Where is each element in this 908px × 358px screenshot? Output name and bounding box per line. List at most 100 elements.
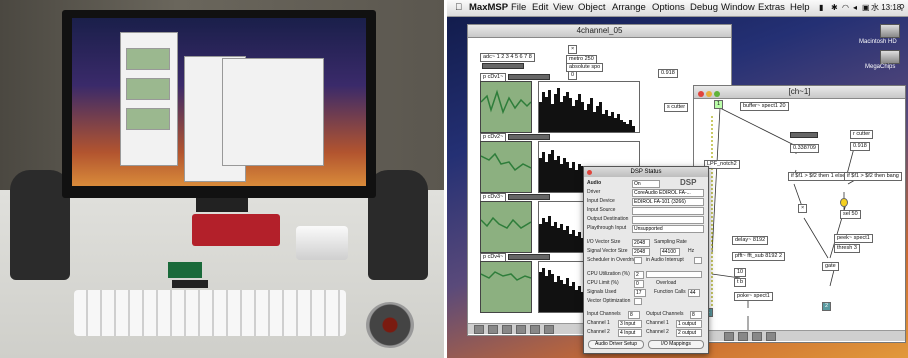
menu-help[interactable]: Help bbox=[790, 0, 810, 16]
presentation-icon[interactable] bbox=[488, 325, 498, 334]
thresh-object[interactable]: thresh 3 bbox=[834, 244, 860, 253]
input-device-select[interactable]: EDIROL FA-101 (3266) bbox=[632, 198, 704, 206]
delay-object[interactable]: delay~ 8192 bbox=[732, 236, 769, 245]
wifi-icon[interactable]: ◠ bbox=[842, 0, 849, 16]
clue-icon[interactable] bbox=[544, 325, 554, 334]
window-titlebar[interactable]: 4channel_05 bbox=[468, 25, 731, 38]
sel-object[interactable]: sel 50 bbox=[840, 210, 861, 219]
new-object-icon[interactable] bbox=[752, 332, 762, 341]
grid-icon[interactable] bbox=[502, 325, 512, 334]
output-channels-select[interactable]: 8 bbox=[690, 311, 702, 319]
trigger-object[interactable]: t b bbox=[734, 278, 747, 287]
photo-ch-window bbox=[222, 58, 324, 166]
out-channel-2-label: Channel 2 bbox=[646, 329, 669, 335]
inlet-1[interactable]: 1 bbox=[714, 100, 724, 109]
zero-number-box[interactable]: 0 bbox=[568, 71, 578, 80]
spectrum-bar bbox=[632, 126, 635, 132]
number-box[interactable]: 0.918 bbox=[658, 69, 678, 78]
grid-icon[interactable] bbox=[738, 332, 748, 341]
apple-menu-icon[interactable]:  bbox=[455, 0, 462, 16]
patcher-window-ch1[interactable]: [ch~1] 1 buffer~ spect1 20 0.338709 r cu… bbox=[693, 85, 906, 343]
input-icon[interactable]: ▣ bbox=[862, 0, 870, 16]
io-vector-select[interactable]: 2048 bbox=[632, 239, 650, 247]
input-device-label: Input Device bbox=[587, 198, 615, 204]
trace-1 bbox=[481, 89, 531, 115]
output-destination-label: Output Destination bbox=[587, 216, 629, 222]
disk-icon[interactable] bbox=[880, 50, 900, 64]
bluetooth-icon[interactable]: ✱ bbox=[831, 0, 838, 16]
gate-object[interactable]: gate bbox=[822, 262, 839, 271]
number-ten[interactable]: 10 bbox=[734, 268, 747, 277]
menu-edit[interactable]: Edit bbox=[532, 0, 548, 16]
signal-vector-select[interactable]: 2048 bbox=[632, 248, 650, 256]
menu-clock[interactable]: 水 13:18 bbox=[871, 0, 901, 16]
inspector-icon[interactable] bbox=[530, 325, 540, 334]
menu-view[interactable]: View bbox=[553, 0, 573, 16]
pfft-object[interactable]: pfft~ fft_sub 8192 2 bbox=[732, 252, 786, 261]
menu-file[interactable]: File bbox=[511, 0, 526, 16]
ch1-level-meter bbox=[790, 132, 818, 138]
audio-select[interactable]: On bbox=[632, 180, 660, 188]
cpu-utilization-value: 2 bbox=[634, 271, 644, 279]
menu-bar:  MaxMSP File Edit View Object Arrange O… bbox=[447, 0, 908, 17]
interrupt-checkbox[interactable] bbox=[694, 257, 702, 264]
in-channel-2-label: Channel 2 bbox=[587, 329, 610, 335]
ch1-number-2[interactable]: 0.918 bbox=[850, 142, 870, 151]
in-channel-2-select[interactable]: 4 Input bbox=[618, 329, 642, 337]
menu-object[interactable]: Object bbox=[578, 0, 605, 16]
output-destination-select[interactable] bbox=[632, 216, 704, 224]
send-cutter-object[interactable]: s cutter bbox=[664, 103, 689, 112]
input-source-select[interactable] bbox=[632, 207, 704, 215]
sampling-rate-select[interactable]: 44100 bbox=[660, 248, 680, 256]
new-object-icon[interactable] bbox=[516, 325, 526, 334]
audio-driver-setup-button[interactable]: Audio Driver Setup bbox=[588, 340, 644, 349]
lpf-object[interactable]: LPF_notch2 bbox=[704, 160, 740, 169]
app-menu[interactable]: MaxMSP bbox=[469, 0, 508, 16]
io-mappings-button[interactable]: I/O Mappings bbox=[648, 340, 704, 349]
photo-graph-2 bbox=[126, 78, 170, 100]
playthrough-select[interactable]: Unsupported bbox=[632, 225, 704, 233]
search-icon[interactable]: ⚲ bbox=[899, 0, 905, 16]
input-channels-select[interactable]: 8 bbox=[628, 311, 640, 319]
scheduler-checkbox[interactable] bbox=[634, 257, 642, 264]
toggle-box-ch1[interactable]: × bbox=[798, 204, 808, 213]
cpu-meter bbox=[646, 271, 702, 278]
channel-meter-3 bbox=[508, 194, 550, 200]
peek-object[interactable]: peek~ spect1 bbox=[834, 234, 873, 243]
outlet-2[interactable]: 2 bbox=[822, 302, 832, 311]
close-icon[interactable] bbox=[587, 170, 592, 175]
ch1-number-1[interactable]: 0.338709 bbox=[790, 144, 819, 153]
lock-icon[interactable] bbox=[724, 332, 734, 341]
volume-icon[interactable]: ◂ bbox=[853, 0, 857, 16]
hard-drive-icon[interactable] bbox=[880, 24, 900, 38]
menu-options[interactable]: Options bbox=[652, 0, 685, 16]
spectrum-1 bbox=[538, 81, 640, 133]
cpu-limit-value[interactable]: 0 bbox=[634, 280, 644, 288]
photo-keyboard bbox=[74, 290, 346, 336]
input-channels-label: Input Channels bbox=[587, 311, 621, 317]
in-channel-1-select[interactable]: 3 Input bbox=[618, 320, 642, 328]
buffer-object[interactable]: buffer~ spect1 20 bbox=[740, 102, 789, 111]
vector-optimization-checkbox[interactable] bbox=[634, 298, 642, 305]
menu-extras[interactable]: Extras bbox=[758, 0, 785, 16]
menu-debug[interactable]: Debug bbox=[690, 0, 718, 16]
inspector-icon[interactable] bbox=[766, 332, 776, 341]
receive-cutter-object[interactable]: r cutter bbox=[850, 130, 874, 139]
out-channel-1-select[interactable]: 1 output bbox=[676, 320, 702, 328]
bang-button[interactable] bbox=[840, 198, 848, 207]
out-channel-1-label: Channel 1 bbox=[646, 320, 669, 326]
menu-arrange[interactable]: Arrange bbox=[612, 0, 646, 16]
battery-icon[interactable]: ▮ bbox=[819, 0, 823, 16]
lock-icon[interactable] bbox=[474, 325, 484, 334]
toggle-box[interactable]: × bbox=[568, 45, 578, 54]
dsp-titlebar[interactable]: DSP Status bbox=[584, 167, 708, 177]
poke-object[interactable]: poke~ spect1 bbox=[734, 292, 773, 301]
menu-window[interactable]: Window bbox=[721, 0, 755, 16]
adc-object[interactable]: adc~ 1 2 3 4 5 6 7 8 bbox=[480, 53, 535, 62]
if-object-2[interactable]: if $f1 > $f2 then bang bbox=[844, 172, 902, 181]
driver-select[interactable]: CoreAudio EDIROL FA-... bbox=[632, 189, 704, 197]
dsp-status-window[interactable]: DSP Status Audio On DSP Driver CoreAudio… bbox=[583, 166, 709, 354]
out-channel-2-select[interactable]: 2 output bbox=[676, 329, 702, 337]
channel-graph-3 bbox=[480, 201, 532, 253]
channel-meter-1 bbox=[508, 74, 550, 80]
